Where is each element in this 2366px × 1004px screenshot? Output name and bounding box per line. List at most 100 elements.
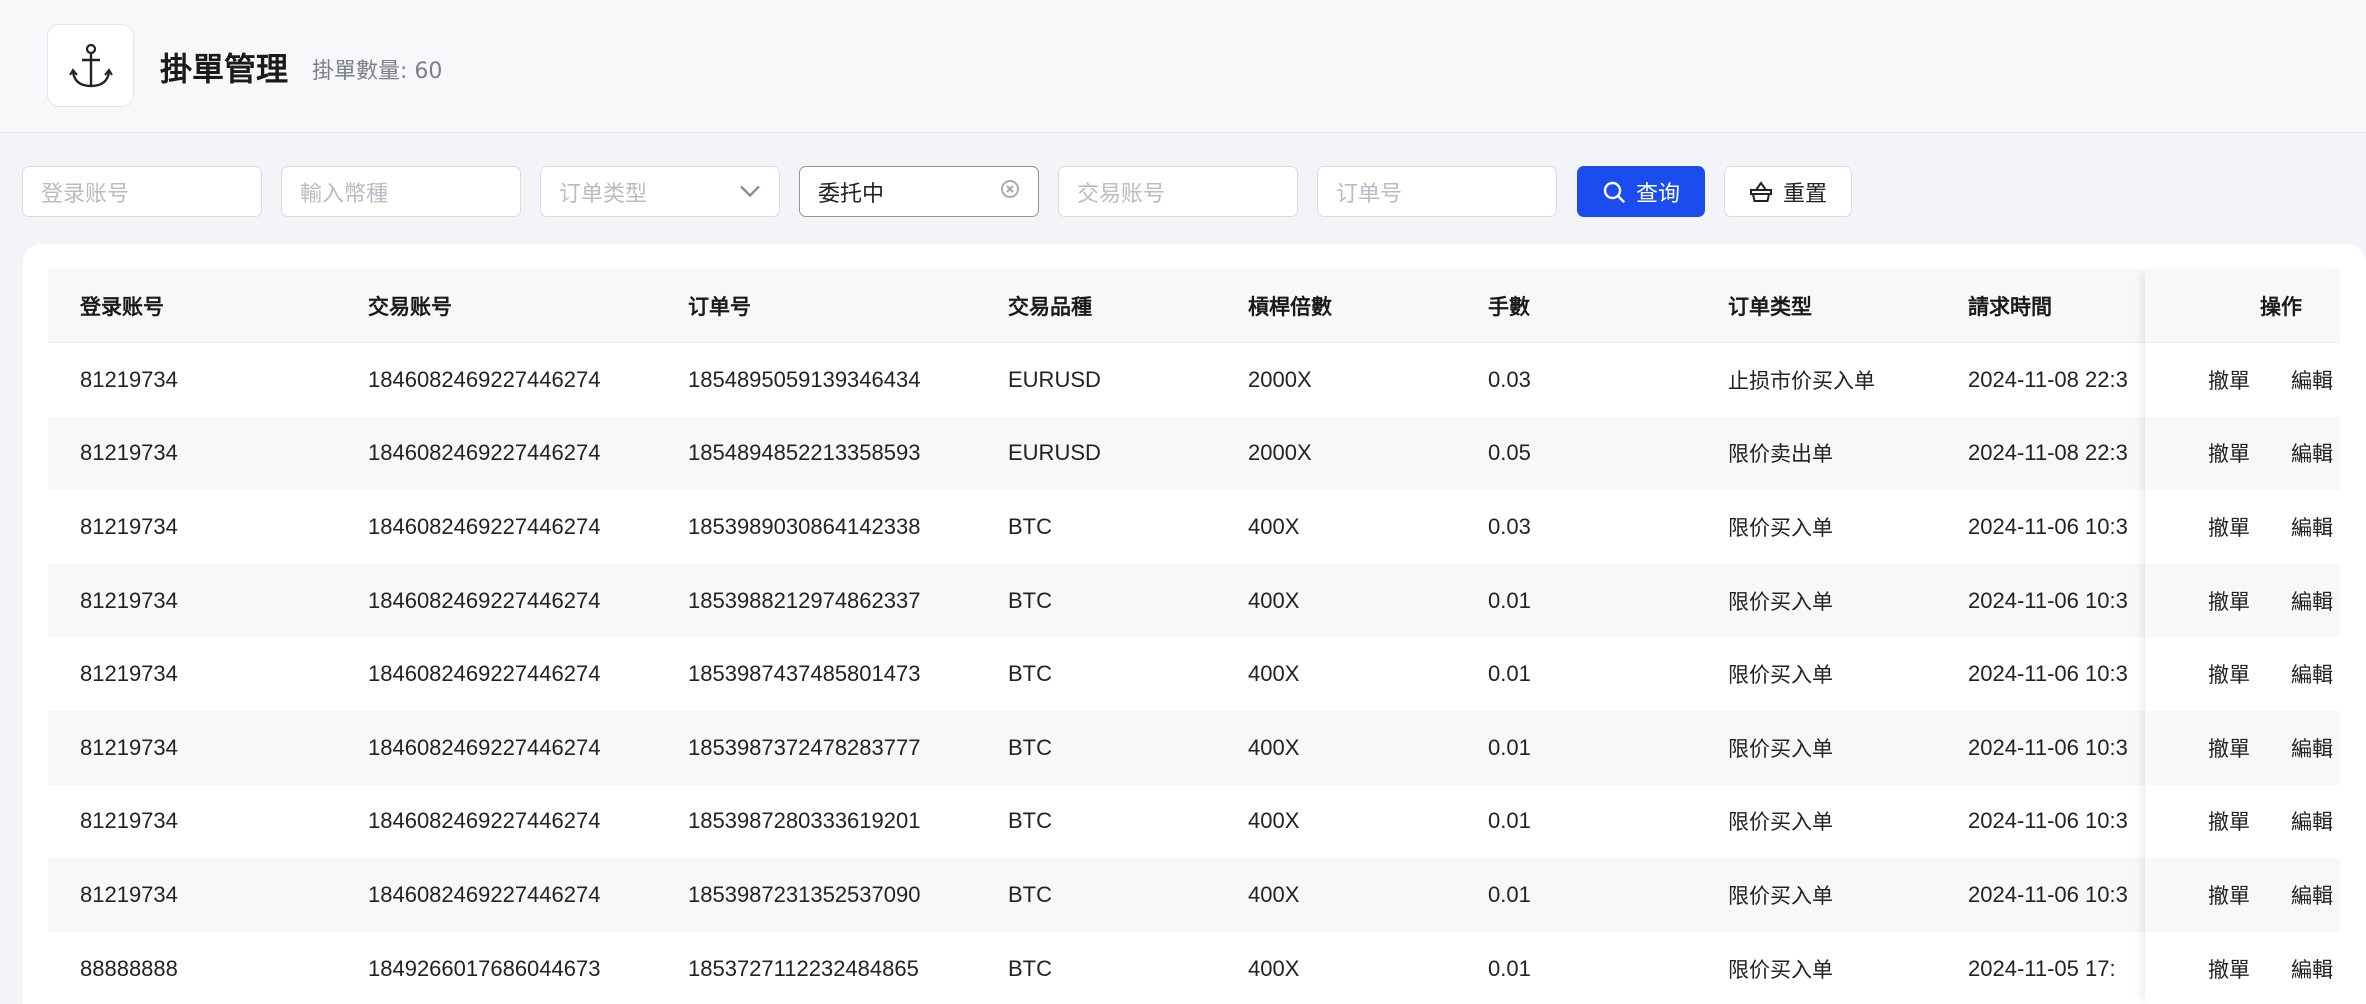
cell-symbol: BTC: [1008, 955, 1052, 981]
cancel-order-link[interactable]: 撤單: [2208, 858, 2250, 932]
query-label: 查询: [1635, 181, 1680, 207]
cell-account: 1846082469227446274: [368, 808, 601, 834]
edit-order-link[interactable]: 編輯: [2291, 490, 2333, 564]
cell-account: 1846082469227446274: [368, 440, 601, 466]
cell-leverage: 400X: [1248, 587, 1300, 613]
cell-order: 1854895059139346434: [688, 366, 921, 392]
cell-order: 1853987372478283777: [688, 734, 921, 760]
edit-order-link[interactable]: 編輯: [2291, 637, 2333, 711]
cancel-order-link[interactable]: 撤單: [2208, 343, 2250, 417]
cell-type: 止损市价买入单: [1728, 368, 1875, 393]
cell-leverage: 400X: [1248, 513, 1300, 539]
order-count: 掛單數量: 60: [312, 59, 443, 84]
cell-type: 限价卖出单: [1728, 442, 1833, 467]
cell-login: 81219734: [80, 440, 178, 466]
cancel-order-link[interactable]: 撤單: [2208, 490, 2250, 564]
cell-lots: 0.01: [1488, 808, 1531, 834]
cell-order: 1853989030864142338: [688, 513, 921, 539]
cell-symbol: BTC: [1008, 808, 1052, 834]
cancel-order-link[interactable]: 撤單: [2208, 932, 2250, 1004]
cancel-order-link[interactable]: 撤單: [2208, 785, 2250, 859]
order-type-placeholder: 订单类型: [559, 181, 648, 207]
cell-leverage: 400X: [1248, 661, 1300, 687]
cell-leverage: 400X: [1248, 808, 1300, 834]
anchor-icon: [68, 43, 113, 87]
trade-account-placeholder: 交易账号: [1077, 181, 1166, 207]
cell-account: 1846082469227446274: [368, 734, 601, 760]
col-header-symbol: 交易品種: [1008, 294, 1092, 319]
cell-symbol: EURUSD: [1008, 440, 1101, 466]
reset-button[interactable]: 重置: [1724, 166, 1852, 217]
cell-order: 1853987231352537090: [688, 881, 921, 907]
table-row: 81219734 1846082469227446274 1853987231352…: [48, 858, 2340, 932]
cell-leverage: 400X: [1248, 734, 1300, 760]
cell-order: 1854894852213358593: [688, 440, 921, 466]
edit-order-link[interactable]: 編輯: [2291, 785, 2333, 859]
order-no-input[interactable]: 订单号: [1317, 166, 1557, 217]
page-header: 掛單管理 掛單數量: 60: [0, 0, 2366, 133]
edit-order-link[interactable]: 編輯: [2291, 858, 2333, 932]
login-account-placeholder: 登录账号: [41, 181, 130, 207]
cell-login: 81219734: [80, 881, 178, 907]
order-type-select[interactable]: 订单类型: [540, 166, 780, 217]
orders-table: 登录账号 交易账号 订单号 交易品種 槓桿倍數 手數 订单类型 請求時間 操作 …: [48, 269, 2340, 1004]
table-row: 88888888 1849266017686044673 1853727112232…: [48, 932, 2340, 1004]
col-header-leverage: 槓桿倍數: [1248, 294, 1332, 319]
table-row: 81219734 1846082469227446274 1853987437485…: [48, 637, 2340, 711]
cell-order: 1853727112232484865: [688, 955, 919, 981]
cell-account: 1846082469227446274: [368, 881, 601, 907]
cancel-order-link[interactable]: 撤單: [2208, 637, 2250, 711]
edit-order-link[interactable]: 編輯: [2291, 417, 2333, 491]
cell-lots: 0.01: [1488, 955, 1531, 981]
col-header-type: 订单类型: [1728, 294, 1812, 319]
logo: [47, 24, 134, 107]
currency-input[interactable]: 輸入幣種: [281, 166, 521, 217]
cell-account: 1846082469227446274: [368, 587, 601, 613]
cell-leverage: 2000X: [1248, 440, 1312, 466]
cell-lots: 0.05: [1488, 440, 1531, 466]
cell-account: 1846082469227446274: [368, 661, 601, 687]
col-header-account: 交易账号: [368, 294, 452, 319]
cell-login: 81219734: [80, 661, 178, 687]
cell-type: 限价买入单: [1728, 663, 1833, 688]
query-button[interactable]: 查询: [1577, 166, 1705, 217]
cell-login: 81219734: [80, 808, 178, 834]
edit-order-link[interactable]: 編輯: [2291, 564, 2333, 638]
cell-time: 2024-11-06 10:3: [1968, 513, 2128, 539]
cell-type: 限价买入单: [1728, 736, 1833, 761]
login-account-input[interactable]: 登录账号: [22, 166, 262, 217]
cell-login: 81219734: [80, 734, 178, 760]
cell-time: 2024-11-06 10:3: [1968, 808, 2128, 834]
cancel-order-link[interactable]: 撤單: [2208, 417, 2250, 491]
cell-order: 1853988212974862337: [688, 587, 921, 613]
cell-order: 1853987437485801473: [688, 661, 921, 687]
col-header-lots: 手數: [1488, 294, 1530, 319]
edit-order-link[interactable]: 編輯: [2291, 343, 2333, 417]
status-value: 委托中: [818, 181, 885, 207]
cell-leverage: 400X: [1248, 955, 1300, 981]
col-header-actions: 操作: [2260, 294, 2302, 319]
cancel-order-link[interactable]: 撤單: [2208, 711, 2250, 785]
edit-order-link[interactable]: 編輯: [2291, 711, 2333, 785]
cell-login: 88888888: [80, 955, 178, 981]
cell-symbol: BTC: [1008, 587, 1052, 613]
status-select[interactable]: 委托中: [799, 166, 1039, 217]
cell-type: 限价买入单: [1728, 957, 1833, 982]
cell-type: 限价买入单: [1728, 883, 1833, 908]
clear-icon[interactable]: [1000, 179, 1020, 205]
cancel-order-link[interactable]: 撤單: [2208, 564, 2250, 638]
cell-login: 81219734: [80, 366, 178, 392]
table-row: 81219734 1846082469227446274 1853987372478…: [48, 710, 2340, 785]
cell-lots: 0.01: [1488, 734, 1531, 760]
cell-symbol: BTC: [1008, 513, 1052, 539]
cell-account: 1849266017686044673: [368, 955, 601, 981]
cell-leverage: 2000X: [1248, 366, 1312, 392]
table-row: 81219734 1846082469227446274 1854894852213…: [48, 416, 2340, 491]
edit-order-link[interactable]: 編輯: [2291, 932, 2333, 1004]
cell-time: 2024-11-06 10:3: [1968, 661, 2128, 687]
order-no-placeholder: 订单号: [1336, 181, 1403, 207]
table-row: 81219734 1846082469227446274 1853988212974…: [48, 563, 2340, 638]
trade-account-input[interactable]: 交易账号: [1058, 166, 1298, 217]
cell-lots: 0.01: [1488, 587, 1531, 613]
cell-time: 2024-11-06 10:3: [1968, 734, 2128, 760]
